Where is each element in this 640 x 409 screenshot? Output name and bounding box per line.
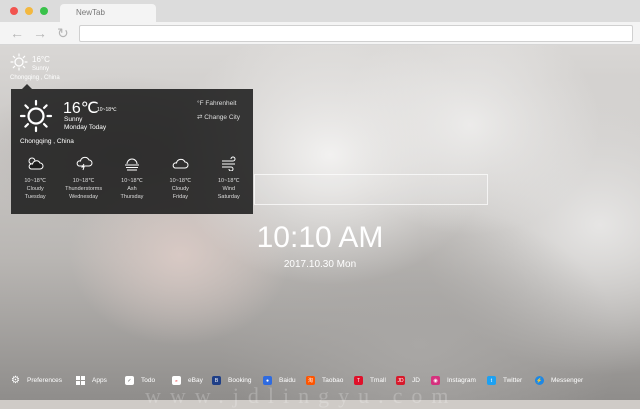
- weather-panel: 16℃ 10~18℃ Sunny Monday Today Chongqing …: [11, 84, 253, 214]
- forecast-weekday: Tuesday: [24, 194, 46, 200]
- mini-location: Chongqing , China: [10, 75, 60, 81]
- close-window-button[interactable]: [10, 7, 18, 15]
- forecast-range: 10~18℃: [217, 178, 240, 184]
- forecast-condition: Wind: [222, 186, 236, 192]
- back-icon[interactable]: ←: [10, 24, 24, 42]
- forecast-day: 10~18℃ Ash Thursday: [108, 153, 156, 201]
- weather-widget[interactable]: 16°C Sunny Chongqing , China: [10, 53, 62, 85]
- clock-date: 2017.10.30 Mon: [283, 259, 357, 270]
- window-titlebar: NewTab: [0, 0, 640, 22]
- browser-toolbar: ← → ↻: [0, 22, 640, 45]
- forecast-list: 10~18℃ Cloudy Tuesday 10~18℃ Thunderstor…: [11, 153, 253, 201]
- forecast-range: 10~18℃: [24, 178, 46, 184]
- forecast-weekday: Friday: [172, 194, 188, 200]
- thunderstorm-icon: [76, 156, 93, 171]
- current-range: 10~18℃: [97, 107, 117, 113]
- dock-item-messenger[interactable]: ⚡ Messenger: [535, 376, 583, 385]
- sun-icon: [19, 99, 53, 133]
- minimize-window-button[interactable]: [25, 7, 33, 15]
- change-city-button[interactable]: ⇄ Change City: [197, 113, 240, 121]
- current-day: Monday Today: [64, 124, 107, 131]
- dock-label: Apps: [92, 377, 107, 384]
- maximize-window-button[interactable]: [40, 7, 48, 15]
- address-bar[interactable]: [79, 25, 633, 42]
- gear-icon: ⚙: [11, 375, 20, 386]
- current-condition: Sunny: [64, 116, 83, 123]
- forecast-day: 10~18℃ Cloudy Friday: [156, 153, 204, 201]
- search-input[interactable]: [254, 174, 488, 205]
- grid-icon: [76, 376, 85, 385]
- clock-time: 10:10 AM: [256, 221, 384, 254]
- twitter-icon: t: [487, 376, 496, 385]
- forecast-weekday: Thursday: [120, 194, 144, 200]
- forecast-day: 10~18℃ Wind Saturday: [205, 153, 253, 201]
- sun-icon: [10, 53, 28, 71]
- cloudy-sun-icon: [28, 157, 44, 170]
- forecast-condition: Ash: [127, 186, 137, 192]
- forecast-condition: Cloudy: [26, 186, 44, 192]
- dock-label: Messenger: [551, 377, 584, 384]
- mini-condition: Sunny: [32, 66, 50, 72]
- fahrenheit-label: Fahrenheit: [205, 100, 237, 107]
- wind-icon: [221, 156, 236, 171]
- forecast-range: 10~18℃: [72, 178, 95, 184]
- current-temperature: 16℃: [63, 100, 99, 117]
- messenger-icon: ⚡: [535, 376, 544, 385]
- tab-title: NewTab: [76, 8, 105, 17]
- browser-tab[interactable]: NewTab: [60, 4, 156, 22]
- dock-label: Preferences: [27, 377, 63, 384]
- forecast-weekday: Saturday: [217, 194, 240, 200]
- cloud-icon: [173, 158, 189, 169]
- forecast-condition: Cloudy: [171, 186, 189, 192]
- dock-item-twitter[interactable]: t Twitter: [487, 376, 522, 385]
- forecast-range: 10~18℃: [121, 178, 143, 184]
- dock-label: Twitter: [503, 377, 523, 384]
- forecast-range: 10~18℃: [169, 178, 192, 184]
- forecast-day: 10~18℃ Cloudy Tuesday: [11, 153, 59, 201]
- checkbox-icon: ✓: [125, 376, 134, 385]
- fahrenheit-toggle[interactable]: °F Fahrenheit: [197, 100, 236, 107]
- forecast-day: 10~18℃ Thunderstorms Wednesday: [60, 153, 108, 201]
- mini-temperature: 16°C: [32, 55, 50, 64]
- ash-icon: [124, 158, 139, 171]
- change-city-label: Change City: [204, 114, 241, 121]
- dock-item-preferences[interactable]: ⚙ Preferences: [11, 375, 63, 386]
- dock-item-apps[interactable]: Apps: [76, 376, 107, 385]
- panel-location: Chongqing , China: [20, 138, 74, 145]
- reload-icon[interactable]: ↻: [57, 24, 69, 42]
- forecast-weekday: Wednesday: [69, 194, 99, 200]
- watermark: www.jdlingyu.com: [145, 383, 458, 408]
- forecast-condition: Thunderstorms: [65, 186, 103, 192]
- forward-icon[interactable]: →: [33, 24, 47, 42]
